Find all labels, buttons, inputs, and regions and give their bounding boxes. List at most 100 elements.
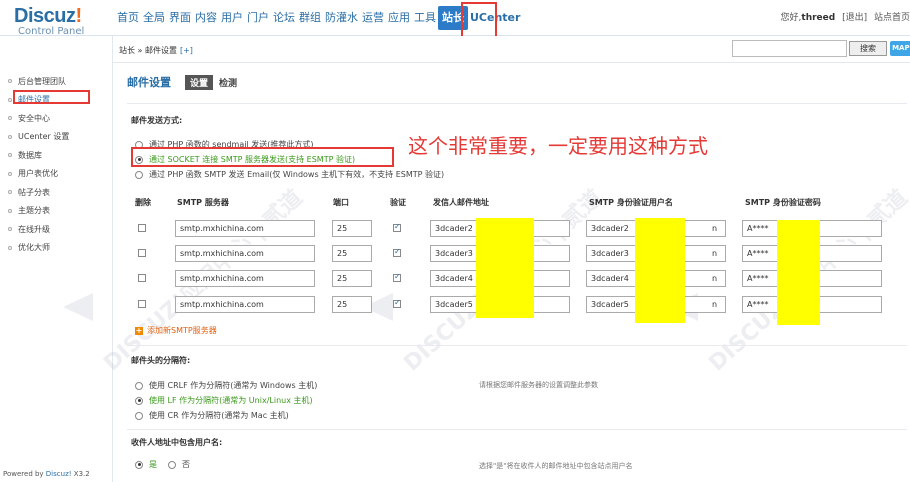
breadcrumb-add[interactable]: [+]: [180, 46, 193, 55]
delete-checkbox[interactable]: [138, 224, 146, 232]
sidebar-item-admin-team[interactable]: 后台管理团队: [8, 72, 69, 91]
sidebar-item-security[interactable]: 安全中心: [8, 109, 69, 128]
smtp-user-suffix: n: [712, 224, 718, 233]
watermark-arrow-icon: [63, 293, 93, 321]
redaction-box: [635, 218, 685, 323]
add-smtp-label: 添加新SMTP服务器: [147, 326, 217, 335]
sidebar-item-database[interactable]: 数据库: [8, 146, 69, 165]
greeting: 您好,: [780, 13, 802, 23]
breadcrumb: 站长 » 邮件设置 [+]: [119, 45, 193, 56]
smtp-user-suffix: n: [712, 300, 718, 309]
logo[interactable]: Discuz! Control Panel: [14, 6, 114, 38]
add-smtp-button[interactable]: + 添加新SMTP服务器: [135, 325, 217, 336]
delete-checkbox[interactable]: [138, 249, 146, 257]
smtp-server-input[interactable]: smtp.mxhichina.com: [175, 220, 315, 237]
nav-item-plugin[interactable]: 应用: [386, 10, 412, 26]
col-auth: 验证: [390, 198, 406, 207]
auth-checkbox[interactable]: [393, 272, 401, 282]
site-home-link[interactable]: 站点首页: [874, 13, 910, 23]
radio-button[interactable]: [135, 396, 143, 405]
send-option-php-smtp[interactable]: 通过 PHP 函数 SMTP 发送 Email(仅 Windows 主机下有效，…: [135, 169, 444, 180]
smtp-port-input[interactable]: 25: [332, 220, 372, 237]
nav-item-style[interactable]: 界面: [167, 10, 193, 26]
radio-button[interactable]: [135, 381, 143, 390]
nav-item-home[interactable]: 首页: [115, 10, 141, 26]
nav-item-content[interactable]: 内容: [193, 10, 219, 26]
nav-item-operation[interactable]: 运营: [360, 10, 386, 26]
sidebar-item-upgrade[interactable]: 在线升级: [8, 220, 69, 239]
bullet-icon: [8, 190, 12, 195]
bullet-icon: [8, 116, 12, 121]
nav-item-user[interactable]: 用户: [219, 10, 245, 26]
separator-title: 邮件头的分隔符:: [131, 356, 191, 365]
auth-checkbox[interactable]: [393, 222, 401, 232]
col-delete: 删除: [135, 198, 151, 207]
powered-prefix: Powered by: [3, 470, 46, 478]
separator-option-cr[interactable]: 使用 CR 作为分隔符(通常为 Mac 主机): [135, 410, 289, 421]
col-pass: SMTP 身份验证密码: [745, 198, 821, 207]
smtp-user-suffix: n: [712, 249, 718, 258]
auth-checkbox[interactable]: [393, 298, 401, 308]
separator-option-label: 使用 CRLF 作为分隔符(通常为 Windows 主机): [149, 381, 318, 390]
tab-settings[interactable]: 设置: [185, 74, 214, 90]
sidebar-item-ucenter[interactable]: UCenter 设置: [8, 128, 69, 147]
logo-text: Discuz: [14, 5, 76, 27]
divider: [127, 345, 907, 346]
separator-option-lf[interactable]: 使用 LF 作为分隔符(通常为 Unix/Linux 主机): [135, 395, 313, 406]
col-server: SMTP 服务器: [177, 198, 229, 207]
radio-button[interactable]: [168, 460, 176, 469]
smtp-port-input[interactable]: 25: [332, 245, 372, 262]
smtp-port-input[interactable]: 25: [332, 296, 372, 313]
auth-checkbox[interactable]: [393, 247, 401, 257]
smtp-server-input[interactable]: smtp.mxhichina.com: [175, 245, 315, 262]
user-info: 您好,threed [退出] 站点首页: [777, 10, 910, 23]
radio-button[interactable]: [135, 170, 143, 179]
col-port: 端口: [333, 198, 349, 207]
breadcrumb-text: 站长 » 邮件设置: [119, 46, 177, 55]
separator-option-crlf[interactable]: 使用 CRLF 作为分隔符(通常为 Windows 主机): [135, 380, 317, 391]
col-user: SMTP 身份验证用户名: [589, 198, 673, 207]
radio-button[interactable]: [135, 411, 143, 420]
include-user-title: 收件人地址中包含用户名:: [131, 438, 223, 447]
include-user-yes[interactable]: 是: [135, 459, 157, 470]
powered-by: Powered by Discuz! X3.2: [3, 470, 90, 478]
sidebar-highlight-annotation: [13, 90, 90, 104]
nav-item-forum[interactable]: 论坛: [271, 10, 297, 26]
search-button[interactable]: 搜索: [849, 41, 887, 56]
tab-check[interactable]: 检测: [219, 76, 237, 89]
include-yes-label: 是: [149, 460, 157, 469]
sidebar-item-label: 主题分表: [18, 206, 50, 216]
separator-option-label: 使用 LF 作为分隔符(通常为 Unix/Linux 主机): [149, 396, 313, 405]
sidebar-item-label: 安全中心: [18, 113, 50, 123]
search-input[interactable]: [732, 40, 847, 57]
nav-item-tools[interactable]: 工具: [412, 10, 438, 26]
bullet-icon: [8, 79, 12, 84]
include-user-no[interactable]: 否: [168, 459, 190, 470]
separator-option-label: 使用 CR 作为分隔符(通常为 Mac 主机): [149, 411, 289, 420]
sidebar-item-label: 用户表优化: [18, 169, 58, 179]
delete-checkbox[interactable]: [138, 300, 146, 308]
logout-link[interactable]: [退出]: [842, 13, 867, 23]
sidebar-item-optimizer[interactable]: 优化大师: [8, 239, 69, 258]
powered-brand[interactable]: Discuz!: [46, 470, 72, 478]
map-button[interactable]: MAP +: [890, 41, 910, 56]
redaction-box: [476, 218, 534, 318]
divider: [127, 103, 907, 104]
smtp-port-input[interactable]: 25: [332, 270, 372, 287]
main-content: DISCUZ!应用中心 | 贰道 DISCUZ!应用中心 | 贰道 DISCUZ…: [63, 63, 910, 482]
option-highlight-annotation: [131, 147, 394, 167]
nav-item-antispam[interactable]: 防灌水: [323, 10, 360, 26]
sidebar-item-post-split[interactable]: 帖子分表: [8, 183, 69, 202]
delete-checkbox[interactable]: [138, 274, 146, 282]
sidebar-item-usertable[interactable]: 用户表优化: [8, 165, 69, 184]
smtp-server-input[interactable]: smtp.mxhichina.com: [175, 296, 315, 313]
radio-button[interactable]: [135, 460, 143, 469]
include-user-hint: 选择"是"将在收件人的邮件地址中包含站点用户名: [479, 462, 633, 470]
nav-item-portal[interactable]: 门户: [245, 10, 271, 26]
nav-item-group[interactable]: 群组: [297, 10, 323, 26]
smtp-server-input[interactable]: smtp.mxhichina.com: [175, 270, 315, 287]
nav-item-global[interactable]: 全局: [141, 10, 167, 26]
separator-hint: 请根据您邮件服务器的设置调整此参数: [479, 381, 598, 389]
logo-bang: !: [75, 5, 82, 27]
sidebar-item-thread-split[interactable]: 主题分表: [8, 202, 69, 221]
